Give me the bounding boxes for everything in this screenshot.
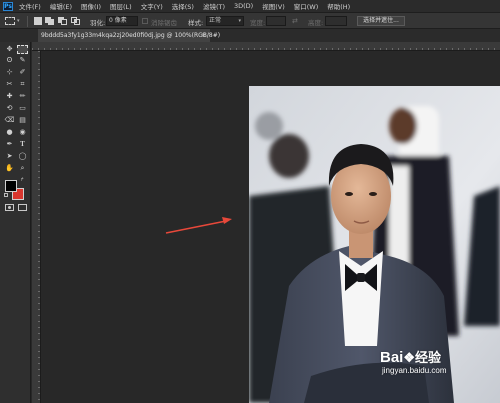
default-colors-icon[interactable]: [4, 193, 8, 197]
watermark-url: jingyan.baidu.com: [382, 366, 447, 375]
select-and-mask-button[interactable]: 选择并遮住...: [357, 16, 405, 26]
hand-tool-icon[interactable]: ✋: [4, 164, 15, 173]
new-selection-icon[interactable]: [34, 17, 42, 25]
rectangular-marquee-tool-icon[interactable]: [17, 45, 28, 54]
menu-layer[interactable]: 图层(L): [110, 1, 132, 11]
dodge-tool-icon[interactable]: ◉: [17, 128, 28, 137]
chevron-down-icon: ▾: [238, 18, 241, 24]
preset-dropdown-icon[interactable]: ▾: [17, 19, 20, 29]
magic-wand-tool-icon[interactable]: ⊹: [4, 68, 15, 77]
menu-bar: Ps 文件(F) 编辑(E) 图像(I) 图层(L) 文字(Y) 选择(S) 滤…: [0, 0, 500, 12]
photoshop-logo-icon: Ps: [3, 1, 13, 11]
menu-3d[interactable]: 3D(D): [234, 2, 253, 10]
feather-label: 羽化:: [90, 19, 106, 27]
height-input[interactable]: [325, 16, 347, 26]
move-tool-icon[interactable]: ✥: [4, 45, 15, 54]
style-label: 样式:: [188, 19, 204, 27]
feather-input[interactable]: 0 像素: [106, 16, 138, 26]
document-tab[interactable]: 9bddd5a3fy1g33m4kqa2zj20ed0fi0dj.jpg @ 1…: [38, 29, 220, 42]
tab-close-icon[interactable]: ×: [201, 29, 206, 42]
portrait-photo: [249, 86, 500, 403]
red-arrow-annotation: [165, 217, 232, 234]
menu-select[interactable]: 选择(S): [172, 1, 194, 11]
zoom-tool-icon[interactable]: ⌕: [17, 164, 28, 173]
type-tool-icon[interactable]: T: [17, 140, 28, 149]
healing-brush-tool-icon[interactable]: ✚: [4, 92, 15, 101]
ellipse-tool-icon[interactable]: ◯: [17, 152, 28, 161]
menu-type[interactable]: 文字(Y): [141, 1, 163, 11]
subtract-from-selection-icon[interactable]: [58, 17, 68, 25]
baidu-jingyan-watermark: Bai❖经验 jingyan.baidu.com: [380, 350, 446, 376]
crop-tool-icon[interactable]: ✂: [4, 80, 15, 89]
quick-mask-icon[interactable]: [5, 204, 14, 211]
width-input[interactable]: [266, 16, 286, 26]
document-tab-title: 9bddd5a3fy1g33m4kqa2zj20ed0fi0dj.jpg @ 1…: [41, 32, 221, 39]
marquee-preset-icon[interactable]: [5, 17, 15, 25]
brush-tool-icon[interactable]: ✏: [17, 92, 28, 101]
frame-tool-icon[interactable]: ⌗: [17, 80, 28, 89]
foreground-color-swatch[interactable]: [5, 180, 17, 192]
add-to-selection-icon[interactable]: [45, 17, 55, 25]
menu-view[interactable]: 视图(V): [262, 1, 285, 11]
history-brush-tool-icon[interactable]: ▭: [17, 104, 28, 113]
pen-tool-icon[interactable]: ✒: [4, 140, 15, 149]
watermark-brand-left: Bai: [380, 349, 404, 366]
style-select-value: 正常: [209, 17, 222, 24]
antialias-checkbox[interactable]: [142, 18, 148, 24]
paw-icon: ❖: [403, 350, 415, 365]
width-label: 宽度:: [250, 19, 266, 27]
style-select[interactable]: 正常 ▾: [206, 16, 244, 26]
swap-dimensions-icon[interactable]: ⇄: [292, 17, 298, 27]
antialias-label: 消除锯齿: [151, 19, 177, 27]
intersect-selection-icon[interactable]: [71, 17, 81, 25]
tools-panel: ✥ ʘ ✎ ⊹ ✐ ✂ ⌗ ✚ ✏ ⟲ ▭ ⌫ ▤ ● ◉ ✒ T ➤ ◯ ✋ …: [0, 42, 31, 403]
options-divider: [27, 16, 28, 27]
screen-mode-icon[interactable]: [18, 204, 27, 211]
eyedropper-tool-icon[interactable]: ✐: [17, 68, 28, 77]
swap-colors-icon[interactable]: ↱: [20, 177, 24, 183]
menu-filter[interactable]: 滤镜(T): [203, 1, 225, 11]
lasso-tool-icon[interactable]: ʘ: [4, 56, 15, 65]
height-label: 高度:: [308, 19, 324, 27]
gradient-tool-icon[interactable]: ▤: [17, 116, 28, 125]
menu-edit[interactable]: 编辑(E): [50, 1, 72, 11]
document-image[interactable]: [249, 86, 500, 403]
path-selection-tool-icon[interactable]: ➤: [4, 152, 15, 161]
menu-window[interactable]: 窗口(W): [294, 1, 319, 11]
options-bar: ▾ 羽化: 0 像素 消除锯齿 样式: 正常 ▾ 宽度: ⇄ 高度: 选择并遮住…: [0, 12, 500, 29]
menu-help[interactable]: 帮助(H): [327, 1, 350, 11]
blur-tool-icon[interactable]: ●: [4, 128, 15, 137]
object-select-tool-icon[interactable]: ✎: [17, 56, 28, 65]
menu-image[interactable]: 图像(I): [81, 1, 101, 11]
vertical-ruler: [32, 51, 41, 403]
watermark-brand-right: 经验: [415, 350, 442, 365]
horizontal-ruler: [32, 42, 500, 51]
menu-file[interactable]: 文件(F): [19, 1, 41, 11]
eraser-tool-icon[interactable]: ⌫: [4, 116, 15, 125]
clone-stamp-tool-icon[interactable]: ⟲: [4, 104, 15, 113]
